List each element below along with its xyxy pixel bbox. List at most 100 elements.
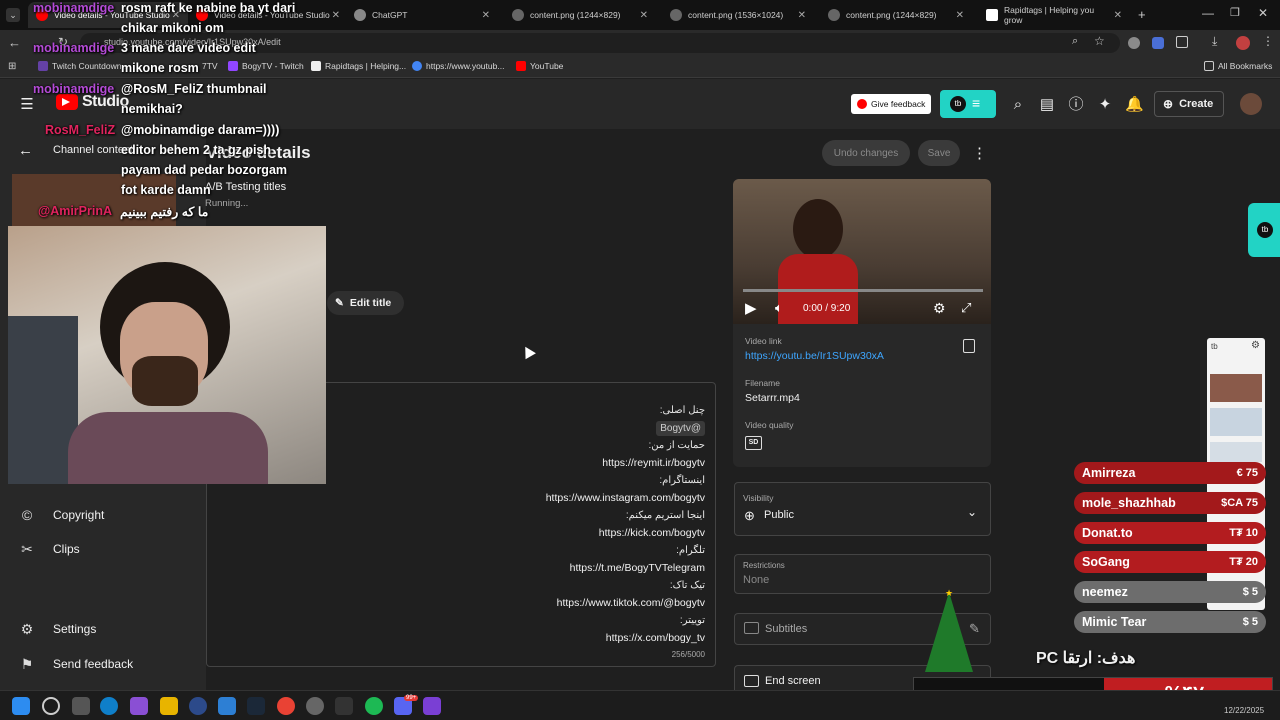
channel-avatar[interactable] bbox=[1240, 93, 1262, 115]
profile-avatar[interactable] bbox=[1236, 36, 1250, 50]
description-link: https://www.tiktok.com/@bogytv bbox=[556, 597, 705, 609]
create-button[interactable]: ⊕ Create bbox=[1154, 91, 1224, 117]
taskbar-date: 12/22/2025 bbox=[1224, 706, 1265, 715]
nav-send-feedback[interactable]: ⚑ Send feedback bbox=[18, 655, 133, 673]
donation-row: Mimic Tear $ 5 bbox=[1074, 611, 1266, 633]
thumbnail-option[interactable] bbox=[1210, 442, 1262, 462]
close-tab-icon[interactable]: ✕ bbox=[798, 10, 806, 21]
video-time: 0:00 / 9:20 bbox=[803, 303, 851, 314]
volume-icon[interactable]: 🔈︎ bbox=[775, 300, 783, 316]
copy-icon[interactable] bbox=[963, 339, 975, 353]
thumbnail-option[interactable] bbox=[1210, 374, 1262, 402]
download-icon[interactable]: ⤓ bbox=[1212, 34, 1217, 49]
feedback-flag-icon: ⚑ bbox=[20, 656, 34, 672]
beard-shape bbox=[132, 356, 198, 406]
donation-row: SoGang T₮ 20 bbox=[1074, 551, 1266, 573]
obs-icon[interactable] bbox=[306, 697, 324, 715]
christmas-tree-icon bbox=[925, 592, 973, 672]
wordpad-icon[interactable] bbox=[189, 697, 207, 715]
minimize-icon[interactable]: — bbox=[1202, 6, 1214, 20]
copyright-icon: © bbox=[21, 507, 33, 523]
description-link: https://t.me/BogyTVTelegram bbox=[569, 562, 705, 574]
nav-clips[interactable]: ✂ Clips bbox=[18, 540, 80, 558]
tab-chatgpt[interactable]: ChatGPT ✕ bbox=[346, 2, 498, 28]
comments-icon[interactable]: ▤ bbox=[1038, 96, 1056, 114]
steam-icon[interactable] bbox=[247, 697, 265, 715]
sparkle-icon[interactable]: ✦ bbox=[1096, 96, 1114, 114]
app-icon[interactable] bbox=[335, 697, 353, 715]
close-tab-icon[interactable]: ✕ bbox=[640, 10, 648, 21]
globe-favicon-icon bbox=[670, 9, 682, 21]
channel-mention-chip[interactable]: Bogytv@ bbox=[656, 421, 705, 436]
pencil-icon: ✎ bbox=[335, 297, 344, 309]
video-player[interactable]: ▶ 🔈︎ 0:00 / 9:20 ⚙ ⤢ bbox=[733, 179, 991, 324]
subtitles-label: Subtitles bbox=[765, 623, 808, 635]
visibility-select[interactable]: Visibility ⊕ Public ⌄ bbox=[734, 482, 991, 536]
tubebuddy-side-tab[interactable]: tb bbox=[1248, 203, 1280, 257]
give-feedback-button[interactable]: Give feedback bbox=[851, 94, 931, 114]
globe-icon: ⊕ bbox=[744, 508, 755, 523]
description-line: توییتر: bbox=[679, 615, 705, 626]
fullscreen-icon[interactable]: ⤢ bbox=[961, 300, 971, 316]
thumbnail-option[interactable] bbox=[1210, 408, 1262, 436]
close-tab-icon[interactable]: ✕ bbox=[956, 10, 964, 21]
search-icon[interactable] bbox=[42, 697, 60, 715]
extension-icon[interactable] bbox=[1128, 37, 1140, 49]
search-icon[interactable]: ⌕ bbox=[1009, 96, 1027, 114]
restrictions-value: None bbox=[743, 574, 770, 586]
file-explorer-icon[interactable] bbox=[160, 697, 178, 715]
tab-content-png-2[interactable]: content.png (1536×1024) ✕ bbox=[662, 2, 814, 28]
gear-icon[interactable]: ⚙ bbox=[1251, 340, 1260, 351]
zoom-icon[interactable]: ⌕ bbox=[1072, 35, 1078, 48]
windows-start-icon[interactable] bbox=[12, 697, 30, 715]
description-link: https://kick.com/bogytv bbox=[598, 527, 705, 539]
bookmark-youtube-url[interactable]: https://www.youtub... bbox=[412, 61, 504, 71]
nav-copyright[interactable]: © Copyright bbox=[18, 506, 105, 524]
maximize-icon[interactable]: ❐ bbox=[1230, 6, 1240, 19]
progress-track[interactable] bbox=[743, 289, 983, 292]
extension-icon[interactable] bbox=[1152, 37, 1164, 49]
rapidtags-app-icon[interactable] bbox=[423, 697, 441, 715]
nav-settings[interactable]: ⚙ Settings bbox=[18, 620, 97, 638]
tab-rapidtags[interactable]: Rapidtags | Helping you grow ✕ bbox=[978, 2, 1130, 28]
browser-menu-icon[interactable]: ⋮ bbox=[1262, 34, 1274, 48]
play-icon[interactable]: ▶ bbox=[745, 299, 757, 317]
save-button[interactable]: Save bbox=[918, 140, 960, 166]
task-view-icon[interactable] bbox=[72, 697, 90, 715]
video-link[interactable]: https://youtu.be/Ir1SUpw30xA bbox=[745, 350, 884, 362]
tab-content-png-1[interactable]: content.png (1244×829) ✕ bbox=[504, 2, 656, 28]
close-window-icon[interactable]: ✕ bbox=[1258, 6, 1268, 20]
help-icon[interactable]: ⓘ bbox=[1067, 96, 1085, 114]
tab-content-png-3[interactable]: content.png (1244×829) ✕ bbox=[820, 2, 972, 28]
extensions-puzzle-icon[interactable] bbox=[1176, 36, 1188, 48]
settings-gear-icon[interactable]: ⚙ bbox=[933, 300, 946, 317]
notification-badge: 99+ bbox=[404, 695, 419, 701]
spotify-icon[interactable] bbox=[365, 697, 383, 715]
edit-title-button[interactable]: ✎ Edit title bbox=[327, 291, 404, 315]
new-tab-icon[interactable]: + bbox=[1138, 7, 1146, 22]
video-quality-label: Video quality bbox=[745, 420, 794, 430]
description-link: https://reymit.ir/bogytv bbox=[602, 457, 705, 469]
close-tab-icon[interactable]: ✕ bbox=[1114, 10, 1122, 21]
chat-message: rosm raft ke nabine ba yt dari bbox=[121, 1, 296, 15]
donation-row: mole_shazhhab $CA 75 bbox=[1074, 492, 1266, 514]
bookmark-star-icon[interactable]: ☆ bbox=[1094, 34, 1105, 48]
visibility-value: Public bbox=[764, 509, 794, 521]
edge-icon[interactable] bbox=[100, 697, 118, 715]
all-bookmarks[interactable]: All Bookmarks bbox=[1204, 61, 1272, 71]
star-icon: ★ bbox=[945, 588, 954, 598]
tubebuddy-button[interactable]: tb ≡ bbox=[940, 90, 996, 118]
copilot-icon[interactable] bbox=[130, 697, 148, 715]
donation-row: Donat.to T₮ 10 bbox=[1074, 522, 1266, 544]
video-link-label: Video link bbox=[745, 336, 782, 346]
bookmark-youtube[interactable]: YouTube bbox=[516, 61, 563, 71]
undo-changes-button[interactable]: Undo changes bbox=[822, 140, 910, 166]
notifications-bell-icon[interactable]: 🔔 bbox=[1125, 96, 1144, 114]
chrome-icon[interactable] bbox=[277, 697, 295, 715]
chat-message: @RosM_FeliZ thumbnail bbox=[121, 82, 267, 96]
close-tab-icon[interactable]: ✕ bbox=[482, 10, 490, 21]
chat-username: mobinamdige bbox=[33, 41, 115, 55]
more-options-icon[interactable]: ⋮ bbox=[972, 144, 987, 162]
rapidtags-favicon-icon bbox=[986, 9, 998, 21]
app-icon[interactable] bbox=[218, 697, 236, 715]
